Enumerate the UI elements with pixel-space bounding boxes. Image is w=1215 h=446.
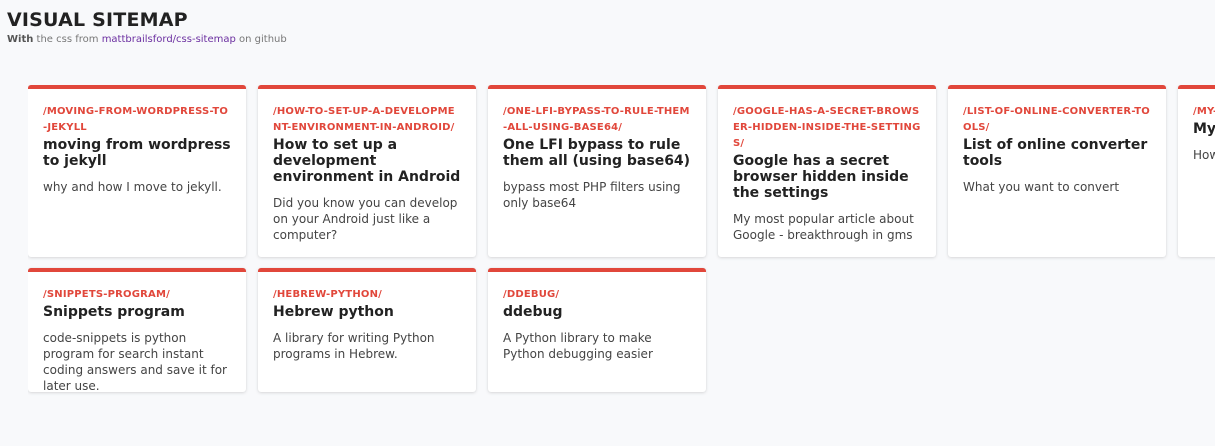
sitemap-card[interactable]: /my- My How Pow bbox=[1178, 85, 1215, 257]
card-title: My bbox=[1193, 121, 1215, 137]
page-header: VISUAL SITEMAP With the css from mattbra… bbox=[7, 9, 287, 46]
card-title: Google has a secret browser hidden insid… bbox=[733, 153, 909, 201]
sitemap-card[interactable]: /hebrew-python/ Hebrew python A library … bbox=[258, 268, 476, 392]
card-title: ddebug bbox=[503, 304, 563, 320]
card-url-link[interactable]: /list-of-online-converter-tools/ bbox=[963, 104, 1151, 136]
card-title: Hebrew python bbox=[273, 304, 394, 320]
card-url-link[interactable]: /google-has-a-secret-browser-hidden-insi… bbox=[733, 104, 921, 152]
card-description: What you want to convert bbox=[963, 180, 1120, 194]
card-description: A Python library to make Python debuggin… bbox=[503, 331, 653, 361]
card-description: Did you know you can develop on your And… bbox=[273, 196, 458, 242]
card-description: A library for writing Python programs in… bbox=[273, 331, 435, 361]
sitemap-card[interactable]: /google-has-a-secret-browser-hidden-insi… bbox=[718, 85, 936, 257]
card-url-link[interactable]: /one-lfi-bypass-to-rule-them-all-using-b… bbox=[503, 104, 691, 136]
card-url-link[interactable]: /hebrew-python/ bbox=[273, 287, 461, 303]
card-description: How Pow bbox=[1193, 148, 1215, 162]
page-subtitle: With the css from mattbrailsford/css-sit… bbox=[7, 34, 287, 46]
page-title: VISUAL SITEMAP bbox=[7, 9, 188, 31]
card-description: code-snippets is python program for sear… bbox=[43, 331, 227, 393]
card-url-link[interactable]: /my- bbox=[1193, 104, 1215, 120]
card-title: List of online converter tools bbox=[963, 137, 1148, 169]
card-title: One LFI bypass to rule them all (using b… bbox=[503, 137, 691, 169]
card-url-link[interactable]: /snippets-program/ bbox=[43, 287, 231, 303]
sitemap-grid: /moving-from-wordpress-to-jekyll moving … bbox=[28, 85, 1215, 405]
subtitle-mid-text: the css from bbox=[33, 34, 102, 45]
sitemap-card[interactable]: /how-to-set-up-a-development-environment… bbox=[258, 85, 476, 257]
card-description: My most popular article about Google - b… bbox=[733, 212, 914, 242]
sitemap-card[interactable]: /list-of-online-converter-tools/ List of… bbox=[948, 85, 1166, 257]
card-url-link[interactable]: /ddebug/ bbox=[503, 287, 691, 303]
sitemap-card[interactable]: /moving-from-wordpress-to-jekyll moving … bbox=[28, 85, 246, 257]
sitemap-card[interactable]: /ddebug/ ddebug A Python library to make… bbox=[488, 268, 706, 392]
sitemap-card[interactable]: /one-lfi-bypass-to-rule-them-all-using-b… bbox=[488, 85, 706, 257]
sitemap-card[interactable]: /snippets-program/ Snippets program code… bbox=[28, 268, 246, 393]
card-url-link[interactable]: /how-to-set-up-a-development-environment… bbox=[273, 104, 461, 136]
card-title: moving from wordpress to jekyll bbox=[43, 137, 231, 169]
card-title: How to set up a development environment … bbox=[273, 137, 461, 185]
card-title: Snippets program bbox=[43, 304, 185, 320]
card-url-link[interactable]: /moving-from-wordpress-to-jekyll bbox=[43, 104, 231, 136]
card-description: why and how I move to jekyll. bbox=[43, 180, 222, 194]
subtitle-end-text: on github bbox=[235, 34, 287, 45]
subtitle-with-text: With bbox=[7, 34, 34, 45]
css-sitemap-github-link[interactable]: mattbrailsford/css-sitemap bbox=[102, 34, 236, 45]
card-description: bypass most PHP filters using only base6… bbox=[503, 180, 681, 210]
